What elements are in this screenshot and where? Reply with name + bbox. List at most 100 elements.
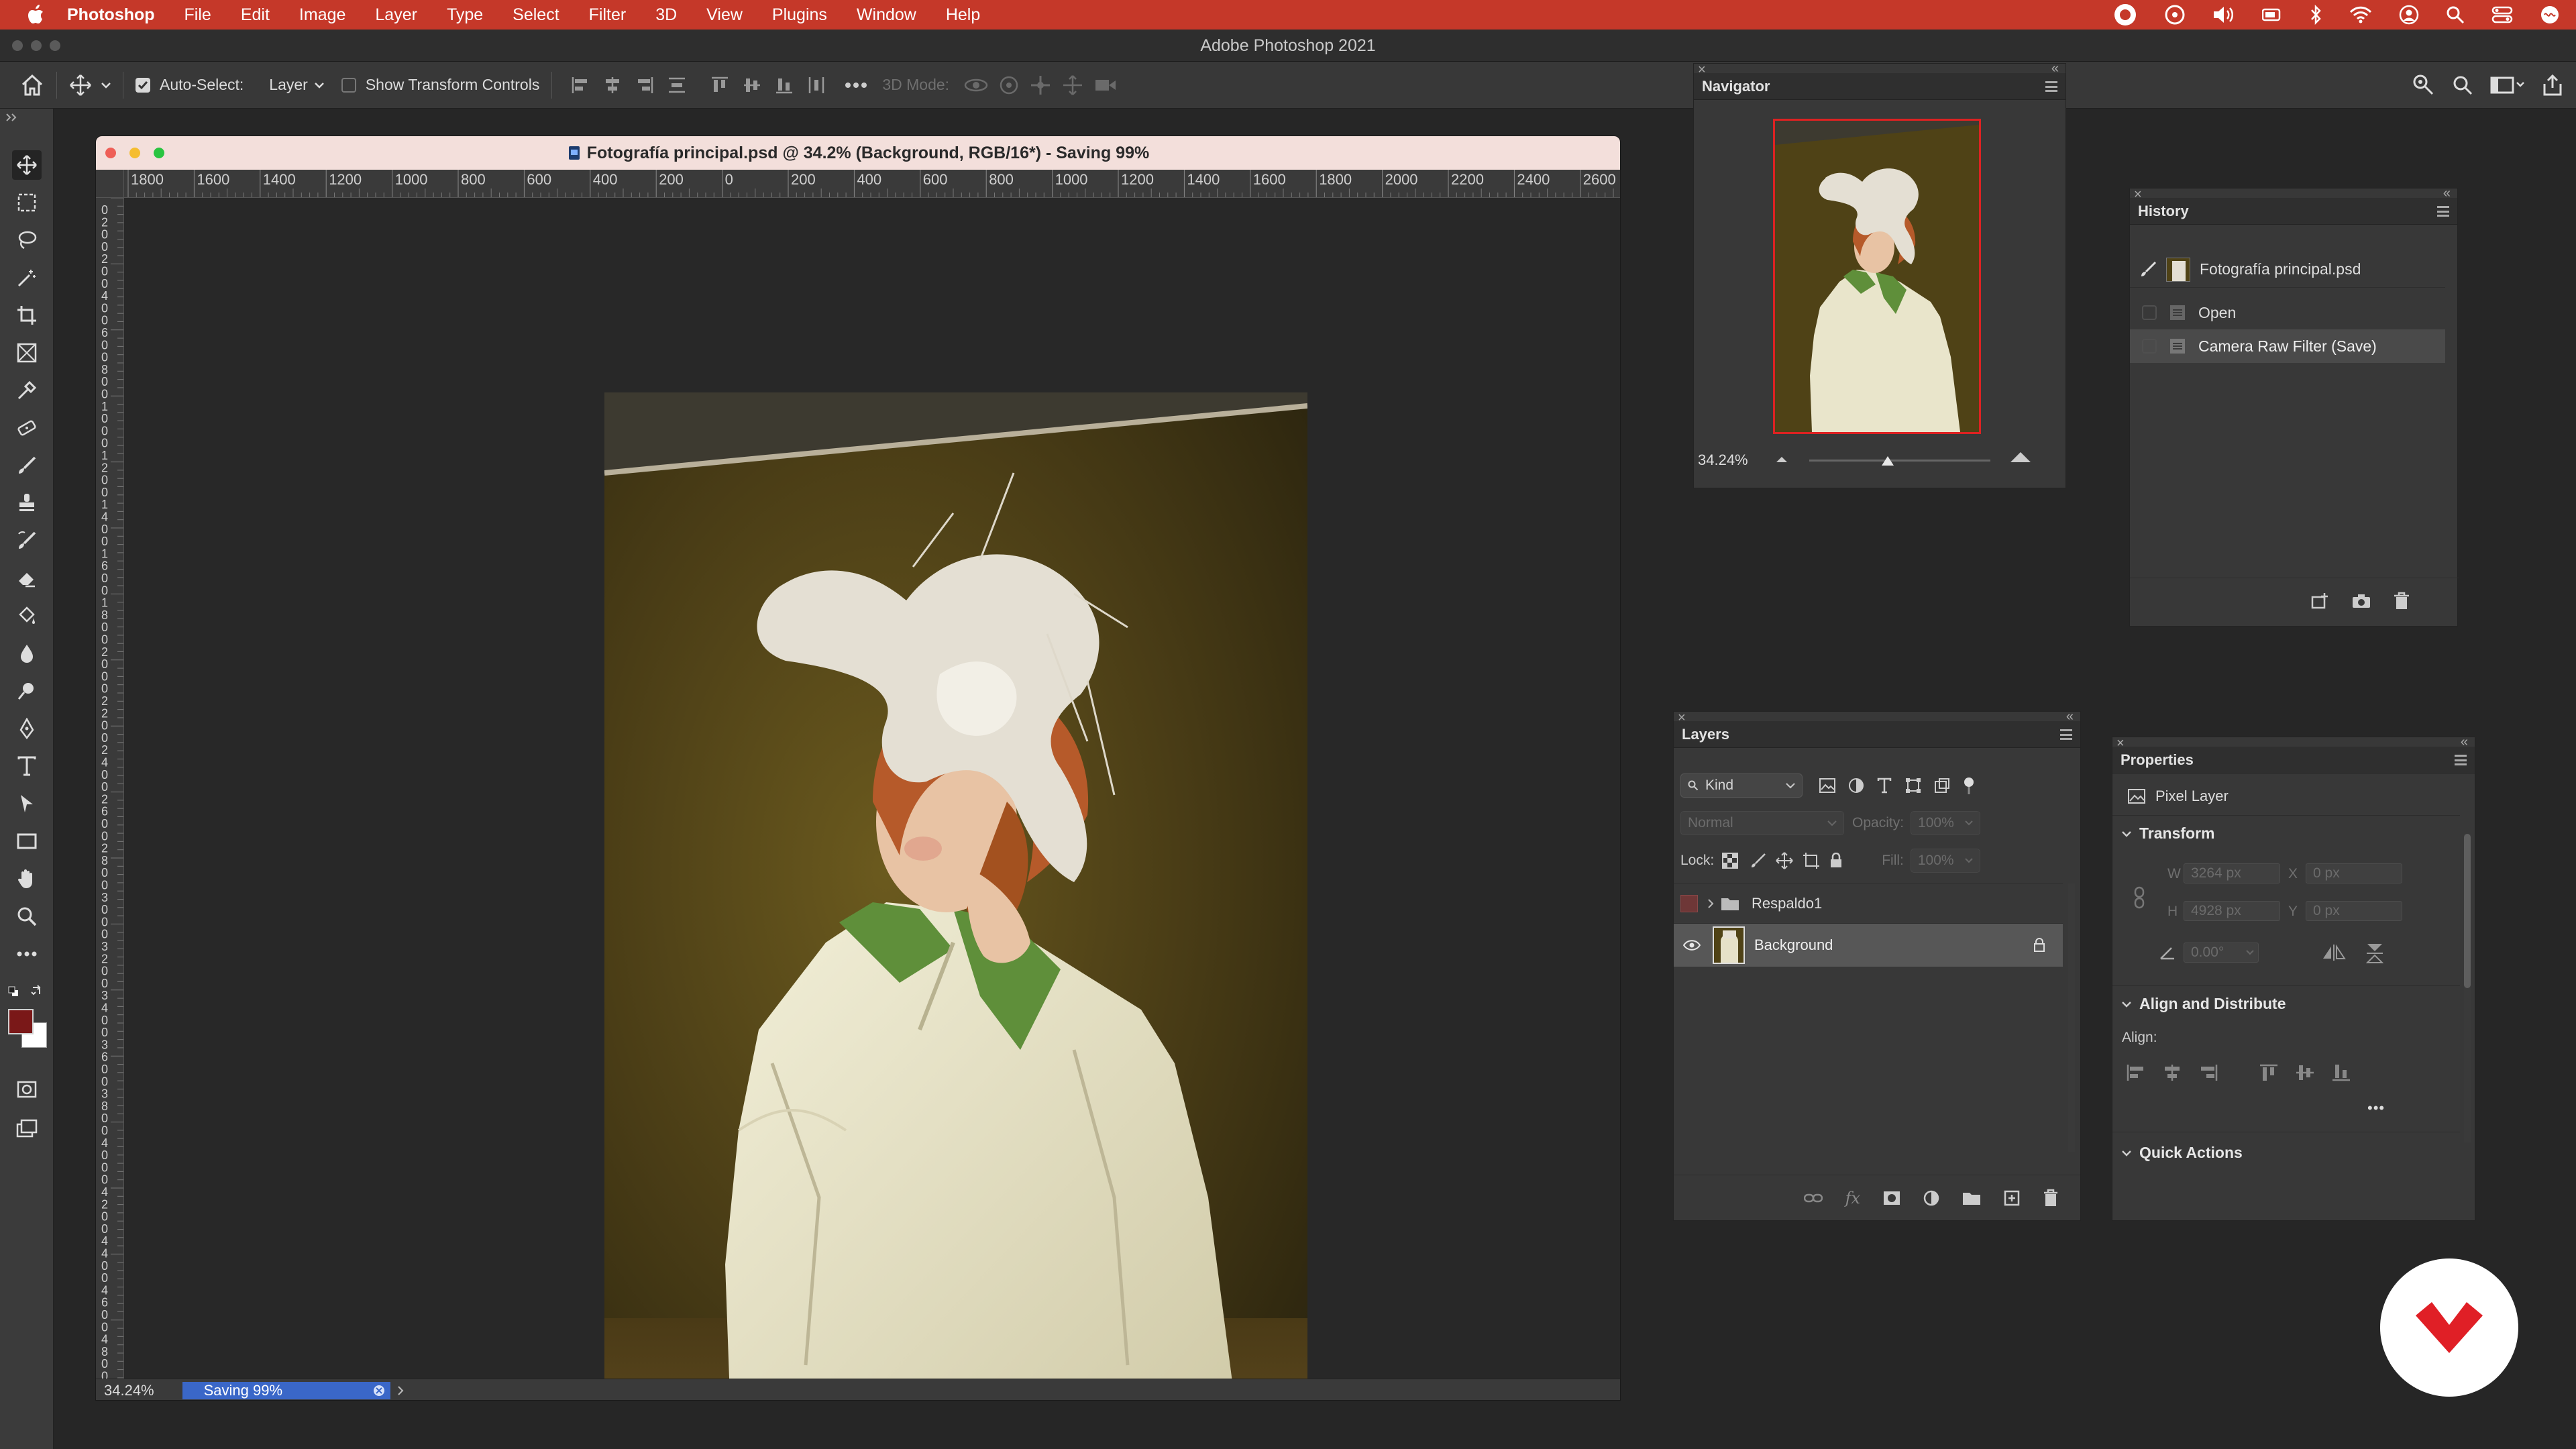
move-tool-preset-icon[interactable]: [69, 74, 92, 97]
panel-menu-icon[interactable]: [2455, 755, 2467, 765]
navigator-thumbnail[interactable]: [1773, 119, 1981, 434]
distribute-vertical-icon[interactable]: [667, 76, 686, 95]
zoom-out-icon[interactable]: [1774, 454, 1789, 464]
history-brush-tool-icon[interactable]: [12, 526, 42, 555]
search-icon[interactable]: [2446, 5, 2465, 24]
layers-tab[interactable]: Layers: [1682, 726, 1729, 743]
new-document-from-state-icon[interactable]: [2310, 592, 2330, 610]
magic-wand-tool-icon[interactable]: [12, 263, 42, 292]
creative-cloud-icon[interactable]: [2113, 3, 2137, 27]
frame-tool-icon[interactable]: [12, 338, 42, 368]
history-brush-source-icon[interactable]: [2139, 261, 2157, 278]
lock-all-icon[interactable]: [1829, 853, 1843, 869]
filter-adjustment-icon[interactable]: [1848, 777, 1864, 794]
add-mask-icon[interactable]: [1883, 1191, 1900, 1205]
filter-shape-icon[interactable]: [1904, 777, 1922, 794]
ruler-origin[interactable]: [96, 170, 124, 198]
scrollbar-thumb[interactable]: [2464, 834, 2471, 988]
roll-3d-icon[interactable]: [999, 75, 1019, 95]
menu-3d[interactable]: 3D: [655, 5, 677, 25]
width-field[interactable]: 3264 px: [2184, 863, 2280, 883]
align-vertical-centers-icon[interactable]: [743, 76, 761, 95]
align-right-edges-icon[interactable]: [635, 76, 654, 95]
swap-colors-icon[interactable]: [31, 985, 43, 997]
pan-3d-icon[interactable]: [1030, 74, 1051, 96]
angle-field[interactable]: 0.00°: [2184, 943, 2259, 963]
layer-row-selected[interactable]: Background: [1674, 924, 2063, 967]
screen-mode-icon[interactable]: [12, 1114, 42, 1143]
crop-tool-icon[interactable]: [12, 301, 42, 330]
lock-pixels-icon[interactable]: [1750, 853, 1766, 869]
horizontal-ruler[interactable]: 1800 1600 1400 1200 1000 800 600 400 200 0 200 400 6…: [96, 170, 1620, 198]
navigator-zoom[interactable]: 34.24%: [1698, 451, 1748, 469]
photo-image[interactable]: [604, 392, 1307, 1400]
panel-menu-icon[interactable]: [2045, 81, 2057, 92]
dodge-tool-icon[interactable]: [12, 676, 42, 706]
zoom-tool-icon[interactable]: [12, 902, 42, 931]
align-right-icon[interactable]: [2198, 1063, 2218, 1082]
eye-icon[interactable]: [1683, 940, 1701, 951]
chevron-right-icon[interactable]: [397, 1385, 404, 1396]
menu-filter[interactable]: Filter: [589, 5, 627, 25]
history-source-checkbox[interactable]: [2142, 339, 2157, 354]
zoom-slider[interactable]: [1809, 460, 1990, 462]
layer-visibility-off[interactable]: [1680, 895, 1698, 912]
more-options-icon[interactable]: [845, 82, 867, 89]
menu-view[interactable]: View: [706, 5, 743, 25]
filter-smart-object-icon[interactable]: [1934, 777, 1950, 794]
align-left-icon[interactable]: [2126, 1063, 2146, 1082]
height-field[interactable]: 4928 px: [2184, 901, 2280, 921]
auto-select-checkbox[interactable]: [136, 77, 150, 93]
fill-field[interactable]: 100%: [1910, 849, 1980, 873]
slide-3d-icon[interactable]: [1062, 74, 1083, 96]
align-horizontal-centers-icon[interactable]: [603, 76, 622, 95]
doc-minimize-button[interactable]: [129, 148, 140, 158]
show-transform-checkbox[interactable]: [341, 77, 356, 93]
properties-tab[interactable]: Properties: [2121, 751, 2194, 769]
properties-scrollbar[interactable]: [2464, 834, 2471, 1142]
apple-icon[interactable]: [27, 5, 44, 25]
panel-menu-icon[interactable]: [2437, 206, 2449, 217]
y-field[interactable]: 0 px: [2306, 901, 2402, 921]
align-section-header[interactable]: Align and Distribute: [2122, 995, 2286, 1013]
move-tool-icon[interactable]: [12, 150, 42, 180]
eraser-tool-icon[interactable]: [12, 564, 42, 593]
menu-plugins[interactable]: Plugins: [772, 5, 827, 25]
volume-icon[interactable]: [2212, 5, 2235, 24]
new-layer-icon[interactable]: [2004, 1190, 2020, 1206]
more-tools-icon[interactable]: [12, 939, 42, 969]
lasso-tool-icon[interactable]: [12, 225, 42, 255]
flip-horizontal-icon[interactable]: [2322, 944, 2346, 961]
type-tool-icon[interactable]: [12, 751, 42, 781]
home-icon[interactable]: [20, 74, 44, 97]
transform-section-header[interactable]: Transform: [2122, 824, 2214, 843]
path-selection-tool-icon[interactable]: [12, 789, 42, 818]
chevron-down-icon[interactable]: [101, 82, 111, 89]
camera-snapshot-icon[interactable]: [2351, 593, 2371, 609]
align-left-edges-icon[interactable]: [571, 76, 590, 95]
lock-artboard-icon[interactable]: [1803, 852, 1820, 869]
brand-logo-badge[interactable]: [2380, 1258, 2518, 1397]
battery-icon[interactable]: [2262, 7, 2282, 22]
opacity-field[interactable]: 100%: [1911, 811, 1981, 835]
hand-tool-icon[interactable]: [12, 864, 42, 894]
layers-scrollbar[interactable]: [2068, 883, 2075, 1152]
history-snapshot[interactable]: Fotografía principal.psd: [2130, 252, 2445, 288]
panel-menu-icon[interactable]: [2060, 729, 2072, 740]
workspace-icon[interactable]: [2490, 76, 2525, 95]
zoom-in-icon[interactable]: [2009, 450, 2032, 464]
document-title-bar[interactable]: Fotografía principal.psd @ 34.2% (Backgr…: [96, 136, 1620, 170]
navigator-tab[interactable]: Navigator: [1702, 78, 1770, 95]
marquee-tool-icon[interactable]: [12, 188, 42, 217]
trash-icon[interactable]: [2043, 1189, 2059, 1208]
menu-edit[interactable]: Edit: [241, 5, 270, 25]
trash-icon[interactable]: [2393, 592, 2410, 610]
zoom-slider-handle[interactable]: [1880, 455, 1895, 466]
bluetooth-icon[interactable]: [2309, 5, 2322, 25]
eyedropper-tool-icon[interactable]: [12, 376, 42, 405]
user-icon[interactable]: [2399, 5, 2419, 25]
history-item-selected[interactable]: Camera Raw Filter (Save): [2130, 329, 2445, 363]
menu-select[interactable]: Select: [513, 5, 559, 25]
blur-tool-icon[interactable]: [12, 639, 42, 668]
align-middle-icon[interactable]: [2295, 1063, 2315, 1082]
